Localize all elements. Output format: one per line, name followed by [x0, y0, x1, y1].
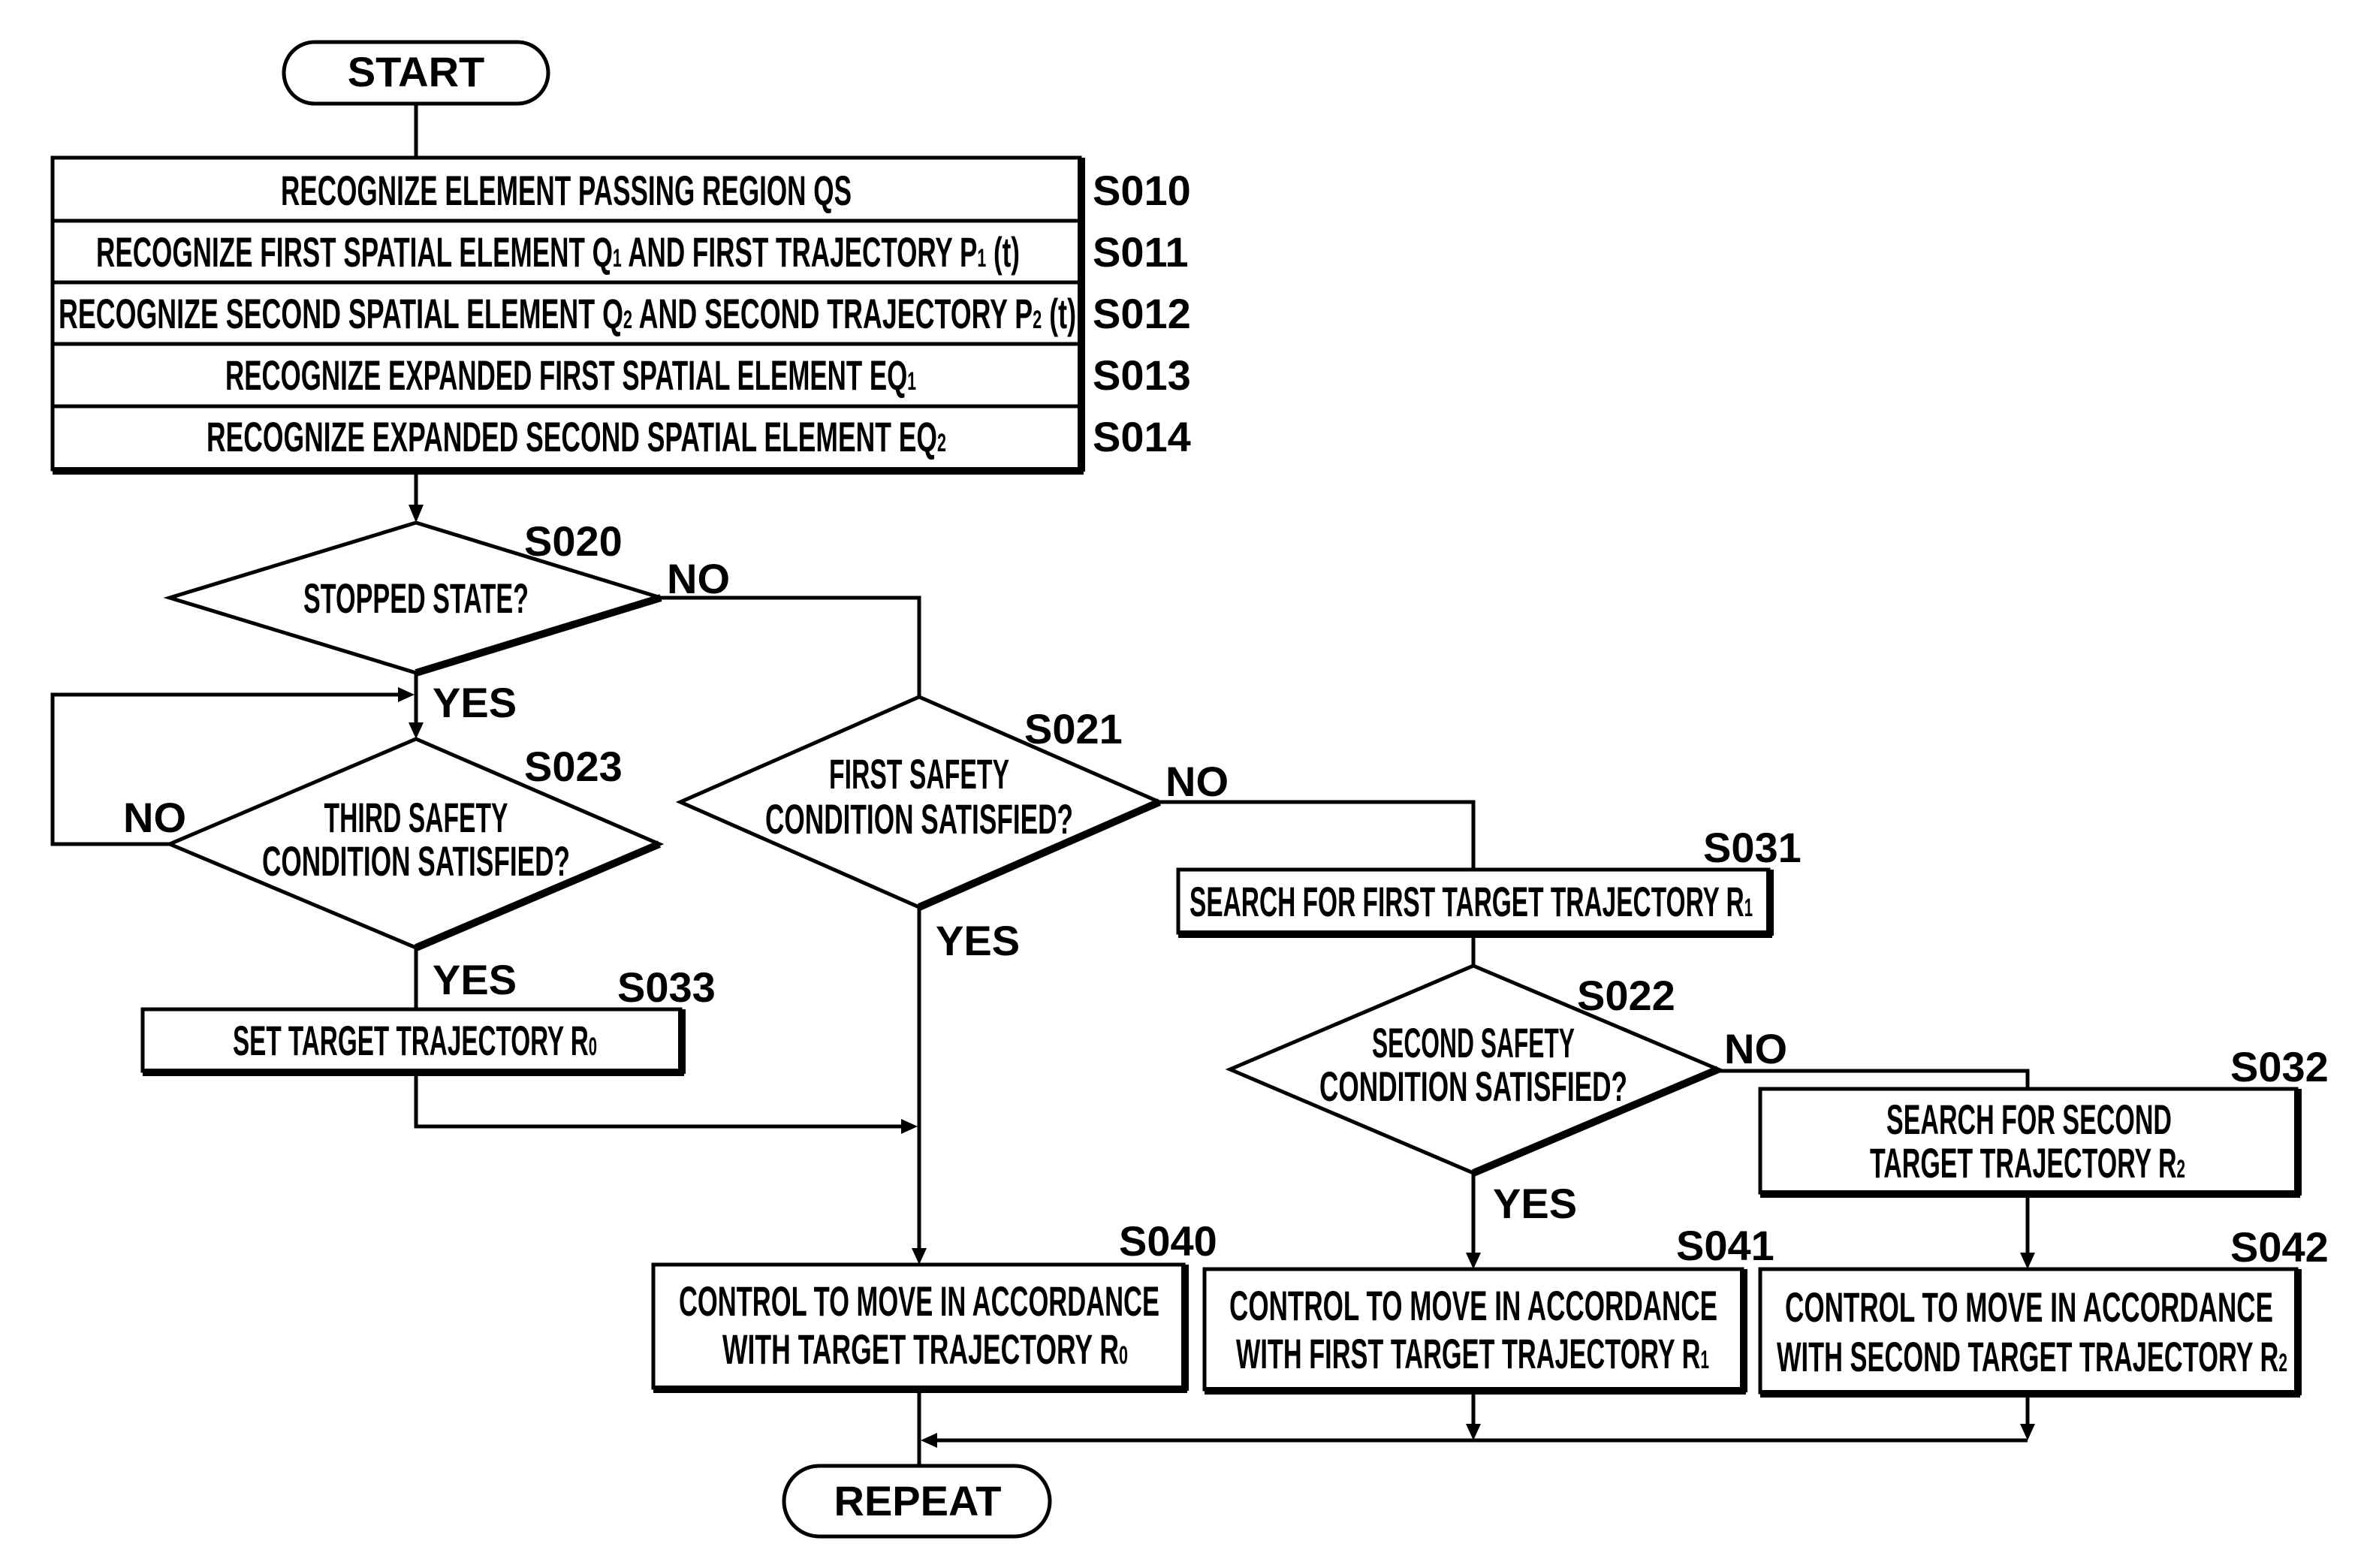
process-s032-text-line2: TARGET TRAJECTORY R2 — [1870, 1139, 2185, 1187]
connector-s033-to-s040 — [414, 1074, 910, 1129]
arrowhead-icon — [409, 722, 424, 739]
s020-yes-label: YES — [433, 679, 517, 726]
arrowhead-icon — [2020, 1253, 2035, 1269]
step-label-s023: S023 — [524, 743, 623, 790]
s020-no-label: NO — [667, 555, 730, 602]
repeat-terminal: REPEAT — [782, 1464, 1052, 1539]
process-s031: SEARCH FOR FIRST TARGET TRAJECTORY R1 S0… — [1176, 824, 1802, 938]
decision-s021: FIRST SAFETY CONDITION SATISFIED? S021 N… — [675, 695, 1229, 964]
step-label-s021: S021 — [1024, 705, 1123, 752]
decision-s023-text-line2: CONDITION SATISFIED? — [262, 837, 570, 885]
step-label-s013: S013 — [1093, 351, 1191, 399]
process-s040-text-line1: CONTROL TO MOVE IN ACCORDANCE — [679, 1277, 1159, 1325]
s022-yes-label: YES — [1493, 1180, 1577, 1227]
decision-s023: THIRD SAFETY CONDITION SATISFIED? S023 N… — [123, 737, 665, 1003]
process-s041-text-line1: CONTROL TO MOVE IN ACCORDANCE — [1229, 1282, 1717, 1329]
s023-yes-label: YES — [433, 956, 517, 1003]
repeat-label: REPEAT — [834, 1477, 1002, 1524]
decision-s022-text-line1: SECOND SAFETY — [1372, 1019, 1575, 1066]
step-s011-text: RECOGNIZE FIRST SPATIAL ELEMENT Q1 AND F… — [96, 228, 1020, 276]
process-s033-text: SET TARGET TRAJECTORY R0 — [233, 1017, 597, 1064]
step-s012-text: RECOGNIZE SECOND SPATIAL ELEMENT Q2 AND … — [59, 290, 1076, 337]
step-label-s020: S020 — [524, 517, 623, 565]
step-s010-text: RECOGNIZE ELEMENT PASSING REGION QS — [281, 167, 852, 214]
process-s032-text-line1: SEARCH FOR SECOND — [1886, 1096, 2172, 1143]
step-label-s041: S041 — [1676, 1222, 1774, 1269]
arrowhead-icon — [901, 1119, 918, 1134]
step-s014-text: RECOGNIZE EXPANDED SECOND SPATIAL ELEMEN… — [207, 413, 946, 460]
process-s041: CONTROL TO MOVE IN ACCORDANCE WITH FIRST… — [1202, 1222, 1774, 1395]
s023-no-label: NO — [123, 794, 186, 841]
decision-s021-text-line1: FIRST SAFETY — [829, 750, 1009, 798]
step-label-s031: S031 — [1703, 824, 1802, 871]
process-s042-text-line1: CONTROL TO MOVE IN ACCORDANCE — [1785, 1283, 2273, 1331]
step-label-s022: S022 — [1577, 972, 1675, 1019]
s022-no-label: NO — [1724, 1025, 1787, 1072]
connector-s021-no-to-s031 — [1159, 800, 1476, 870]
connector-s020-no-to-s021 — [661, 596, 921, 697]
arrowhead-icon — [912, 1248, 927, 1265]
step-label-s040: S040 — [1119, 1217, 1217, 1265]
connector-s022-no-to-s032 — [1718, 1069, 2030, 1089]
process-s041-text-line2: WITH FIRST TARGET TRAJECTORY R1 — [1236, 1330, 1709, 1377]
start-label: START — [348, 48, 485, 95]
process-s031-text: SEARCH FOR FIRST TARGET TRAJECTORY R1 — [1190, 878, 1753, 925]
recognition-block: RECOGNIZE ELEMENT PASSING REGION QS RECO… — [50, 155, 1191, 475]
start-terminal: START — [282, 40, 550, 106]
s021-yes-label: YES — [936, 917, 1020, 964]
step-label-s010: S010 — [1093, 167, 1191, 214]
step-label-s033: S033 — [617, 963, 716, 1011]
step-label-s032: S032 — [2230, 1043, 2329, 1090]
arrowhead-icon — [1466, 1253, 1481, 1269]
process-s033: SET TARGET TRAJECTORY R0 S033 — [140, 963, 716, 1076]
step-s013-text: RECOGNIZE EXPANDED FIRST SPATIAL ELEMENT… — [225, 351, 916, 399]
process-s040: CONTROL TO MOVE IN ACCORDANCE WITH TARGE… — [651, 1217, 1217, 1393]
arrowhead-icon — [409, 505, 424, 523]
process-s032: SEARCH FOR SECOND TARGET TRAJECTORY R2 S… — [1758, 1043, 2329, 1198]
step-label-s042: S042 — [2230, 1223, 2329, 1271]
decision-s021-text-line2: CONDITION SATISFIED? — [765, 795, 1073, 843]
arrowhead-icon — [921, 1433, 937, 1448]
arrowhead-icon — [398, 687, 415, 702]
step-label-s014: S014 — [1093, 413, 1191, 460]
step-label-s011: S011 — [1093, 228, 1189, 276]
decision-s023-text-line1: THIRD SAFETY — [324, 794, 508, 841]
arrowhead-icon — [1466, 1424, 1481, 1440]
decision-s022-text-line2: CONDITION SATISFIED? — [1319, 1063, 1627, 1110]
decision-s022: SECOND SAFETY CONDITION SATISFIED? S022 … — [1225, 963, 1787, 1227]
step-label-s012: S012 — [1093, 290, 1191, 337]
process-s042-text-line2: WITH SECOND TARGET TRAJECTORY R2 — [1777, 1333, 2287, 1380]
s021-no-label: NO — [1165, 758, 1229, 805]
decision-s020-text: STOPPED STATE? — [303, 574, 529, 622]
process-s042: CONTROL TO MOVE IN ACCORDANCE WITH SECON… — [1758, 1223, 2329, 1398]
flowchart: START RECOGNIZE ELEMENT PASSING REGION Q… — [50, 40, 2329, 1539]
arrowhead-icon — [2020, 1424, 2035, 1440]
process-s040-text-line2: WITH TARGET TRAJECTORY R0 — [722, 1325, 1128, 1373]
